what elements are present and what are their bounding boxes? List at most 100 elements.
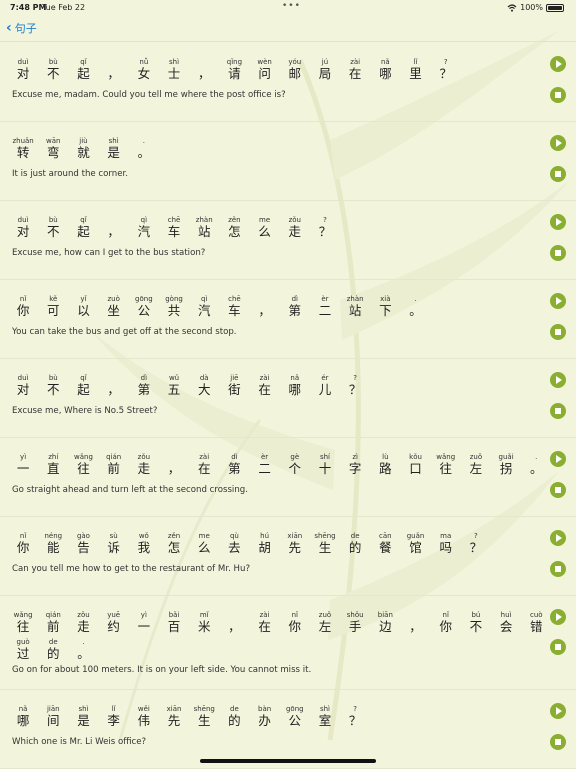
char-cell: nǐ 你 (431, 611, 461, 634)
play-button[interactable] (550, 56, 566, 72)
hanzi: 室 (318, 713, 332, 728)
char-cell: .。 (68, 638, 98, 661)
hanzi: 在 (258, 382, 271, 397)
hanzi: 。 (409, 303, 422, 318)
char-cell: zài 在 (250, 611, 280, 634)
hanzi: 的 (348, 540, 362, 555)
char-cell: yóu 邮 (280, 58, 310, 81)
hanzi: 前 (47, 619, 60, 634)
stop-button[interactable] (550, 561, 566, 577)
hanzi-line: nǐ 你 néng 能 gào 告 sù 诉 wǒ 我 zěn 怎 me 么 qù 去 hú 胡 xiān 先 shēn… (8, 532, 491, 555)
char-cell: bù 不 (38, 58, 68, 81)
char-cell: yǐ 以 (68, 295, 98, 318)
stop-button[interactable] (550, 87, 566, 103)
hanzi: ？ (348, 382, 362, 397)
play-button[interactable] (550, 451, 566, 467)
stop-button[interactable] (550, 245, 566, 261)
hanzi: ， (107, 66, 120, 81)
hanzi: 五 (167, 382, 181, 397)
char-cell: zuò 坐 (99, 295, 129, 318)
hanzi: 走 (137, 461, 151, 476)
play-button[interactable] (550, 135, 566, 151)
char-cell: néng 能 (38, 532, 68, 555)
char-cell: huì 会 (491, 611, 521, 634)
char-cell: ， (99, 374, 129, 397)
back-button[interactable]: ‹ 句子 (6, 18, 37, 38)
char-cell: zuǒ 左 (310, 611, 340, 634)
char-cell: ， (189, 58, 219, 81)
char-cell: cān 餐 (370, 532, 400, 555)
char-cell: .。 (521, 453, 551, 476)
hanzi-line: nǎ 哪 jiān 间 shì 是 lǐ 李 wěi 伟 xiān 先 shēng 生 de 的 bàn 办 gōn… (8, 705, 370, 728)
char-cell: èr 二 (250, 453, 280, 476)
char-cell: zài 在 (340, 58, 370, 81)
char-cell: wān 弯 (38, 137, 68, 160)
play-button[interactable] (550, 703, 566, 719)
hanzi: 公 (288, 713, 302, 728)
hanzi: 起 (77, 66, 90, 81)
char-cell: ?？ (461, 532, 491, 555)
char-cell: wǒ 我 (129, 532, 159, 555)
english-translation: Excuse me, madam. Could you tell me wher… (12, 90, 286, 100)
hanzi: 过 (16, 646, 30, 661)
char-cell: wǎng 往 (68, 453, 98, 476)
stop-button[interactable] (550, 482, 566, 498)
play-button[interactable] (550, 293, 566, 309)
char-cell: gè 个 (280, 453, 310, 476)
char-cell: yì 一 (8, 453, 38, 476)
hanzi: 拐 (499, 461, 513, 476)
char-cell: bǎi 百 (159, 611, 189, 634)
char-cell: nǐ 你 (8, 295, 38, 318)
char-cell: bú 不 (461, 611, 491, 634)
char-cell: shì 室 (310, 705, 340, 728)
char-cell: zěn 怎 (219, 216, 249, 239)
hanzi: 二 (258, 461, 271, 476)
multitasking-dots-icon[interactable]: ••• (282, 1, 301, 11)
sentence-row: nǐ 你 néng 能 gào 告 sù 诉 wǒ 我 zěn 怎 me 么 qù 去 hú 胡 xiān 先 shēn… (0, 516, 576, 596)
sentence-row: duì 对 bù 不 qǐ 起 ， dì 第 wǔ 五 dà 大 jiē 街 zài 在 nǎ 哪 ér 儿?？ Excu… (0, 358, 576, 438)
hanzi: 不 (47, 66, 60, 81)
char-cell: de 的 (219, 705, 249, 728)
char-cell: qián 前 (38, 611, 68, 634)
char-cell: nǎ 哪 (8, 705, 38, 728)
hanzi-line: duì 对 bù 不 qǐ 起 ， dì 第 wǔ 五 dà 大 jiē 街 zài 在 nǎ 哪 ér 儿?？ (8, 374, 370, 397)
char-cell: dì 第 (219, 453, 249, 476)
back-button-label: 句子 (14, 22, 37, 35)
hanzi: ？ (439, 66, 452, 81)
hanzi: 走 (77, 619, 90, 634)
hanzi: 邮 (288, 66, 302, 81)
char-cell: guò 过 (8, 638, 38, 661)
hanzi: 去 (228, 540, 241, 555)
hanzi: 左 (469, 461, 483, 476)
home-indicator[interactable] (200, 759, 376, 763)
hanzi: 第 (137, 382, 151, 397)
stop-button[interactable] (550, 403, 566, 419)
play-button[interactable] (550, 214, 566, 230)
sentence-row: yì 一 zhí 直 wǎng 往 qián 前 zǒu 走， zài 在 dì 第 èr 二 gè 个 shí 十 z… (0, 437, 576, 517)
char-cell: qù 去 (219, 532, 249, 555)
stop-button[interactable] (550, 166, 566, 182)
play-button[interactable] (550, 609, 566, 625)
play-button[interactable] (550, 530, 566, 546)
char-cell: bù 不 (38, 374, 68, 397)
stop-button[interactable] (550, 734, 566, 750)
sentence-row: nǎ 哪 jiān 间 shì 是 lǐ 李 wěi 伟 xiān 先 shēng 生 de 的 bàn 办 gōn… (0, 689, 576, 769)
stop-button[interactable] (550, 639, 566, 655)
english-translation: Which one is Mr. Li Weis office? (12, 737, 147, 747)
hanzi: 走 (288, 224, 302, 239)
hanzi: 吗 (439, 540, 452, 555)
char-cell: gào 告 (68, 532, 98, 555)
char-cell: nǎ 哪 (370, 58, 400, 81)
hanzi: 第 (288, 303, 302, 318)
char-cell: lǐ 李 (99, 705, 129, 728)
hanzi: 往 (16, 619, 30, 634)
hanzi: 车 (167, 224, 181, 239)
play-button[interactable] (550, 372, 566, 388)
hanzi: ， (107, 382, 120, 397)
char-cell: dà 大 (189, 374, 219, 397)
char-cell: shì 是 (99, 137, 129, 160)
char-cell: zhí 直 (38, 453, 68, 476)
stop-button[interactable] (550, 324, 566, 340)
char-cell: shí 十 (310, 453, 340, 476)
hanzi-line: zhuǎn 转 wān 弯 jiù 就 shì 是.。 (8, 137, 159, 160)
